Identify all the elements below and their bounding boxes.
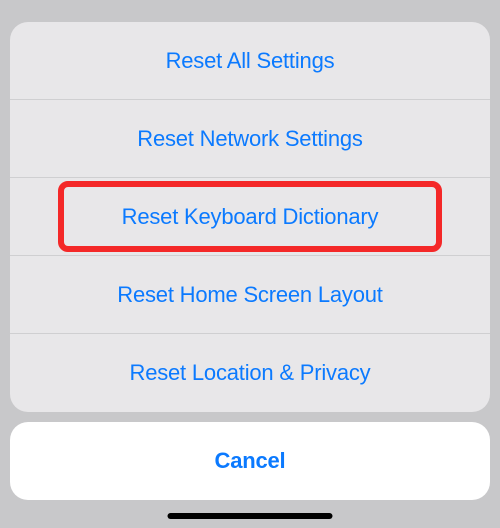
reset-action-sheet: Reset All Settings Reset Network Setting… bbox=[10, 22, 490, 412]
cancel-label: Cancel bbox=[215, 448, 286, 474]
reset-network-settings-label: Reset Network Settings bbox=[137, 126, 362, 152]
home-indicator[interactable] bbox=[168, 513, 333, 519]
reset-home-screen-layout[interactable]: Reset Home Screen Layout bbox=[10, 256, 490, 334]
reset-keyboard-dictionary-label: Reset Keyboard Dictionary bbox=[122, 204, 379, 230]
reset-home-screen-layout-label: Reset Home Screen Layout bbox=[117, 282, 382, 308]
reset-network-settings[interactable]: Reset Network Settings bbox=[10, 100, 490, 178]
reset-location-privacy[interactable]: Reset Location & Privacy bbox=[10, 334, 490, 412]
reset-keyboard-dictionary[interactable]: Reset Keyboard Dictionary bbox=[10, 178, 490, 256]
reset-all-settings-label: Reset All Settings bbox=[166, 48, 335, 74]
cancel-button[interactable]: Cancel bbox=[10, 422, 490, 500]
reset-all-settings[interactable]: Reset All Settings bbox=[10, 22, 490, 100]
reset-location-privacy-label: Reset Location & Privacy bbox=[130, 360, 371, 386]
